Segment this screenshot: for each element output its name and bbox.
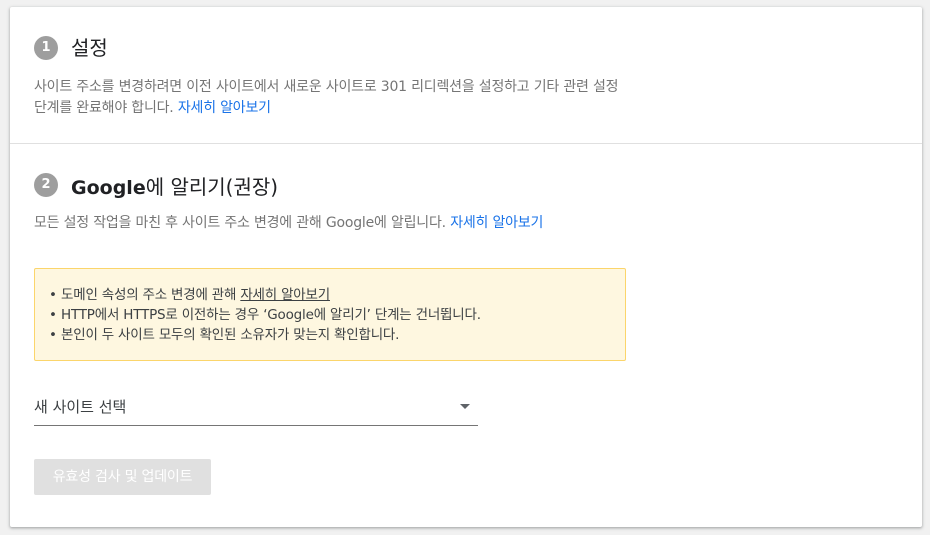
notice-item-text: 도메인 속성의 주소 변경에 관해	[61, 287, 241, 303]
learn-more-link[interactable]: 자세히 알아보기	[178, 100, 271, 116]
step-number-badge: 2	[34, 173, 58, 197]
notice-item-text: 본인이 두 사이트 모두의 확인된 소유자가 맞는지 확인합니다.	[61, 327, 400, 343]
new-site-select[interactable]: 새 사이트 선택	[34, 390, 478, 426]
step-number-badge: 1	[34, 36, 58, 60]
notice-list: • 도메인 속성의 주소 변경에 관해 자세히 알아보기 • HTTP에서 HTTP…	[49, 285, 625, 345]
notice-item: • 본인이 두 사이트 모두의 확인된 소유자가 맞는지 확인합니다.	[49, 325, 625, 345]
dropdown-arrow-icon	[460, 404, 470, 409]
step-title-rest: 에 알리기(권장)	[145, 175, 279, 199]
domain-property-learn-more-link[interactable]: 자세히 알아보기	[240, 287, 330, 303]
step-setup-section: 1 설정 사이트 주소를 변경하려면 이전 사이트에서 새로운 사이트로 301…	[10, 7, 922, 144]
validate-and-update-button[interactable]: 유효성 검사 및 업데이트	[34, 459, 211, 495]
step-description: 모든 설정 작업을 마친 후 사이트 주소 변경에 관해 Google에 알립니…	[34, 213, 624, 234]
step-description-text: 모든 설정 작업을 마친 후 사이트 주소 변경에 관해 Google에 알립니…	[34, 215, 446, 231]
change-of-address-card: 1 설정 사이트 주소를 변경하려면 이전 사이트에서 새로운 사이트로 301…	[10, 7, 922, 527]
step-title: Google에 알리기(권장)	[71, 175, 278, 200]
step-title: 설정	[71, 36, 108, 60]
notice-box: • 도메인 속성의 주소 변경에 관해 자세히 알아보기 • HTTP에서 HTTP…	[34, 268, 626, 361]
notice-item: • 도메인 속성의 주소 변경에 관해 자세히 알아보기	[49, 285, 625, 305]
learn-more-link[interactable]: 자세히 알아보기	[450, 215, 543, 231]
bullet: •	[49, 327, 57, 343]
notice-item-text: HTTP에서 HTTPS로 이전하는 경우 ‘Google에 알리기’ 단계는 …	[61, 307, 481, 323]
bullet: •	[49, 287, 57, 303]
bullet: •	[49, 307, 57, 323]
step-title-brand: Google	[71, 177, 146, 199]
step-description-text: 사이트 주소를 변경하려면 이전 사이트에서 새로운 사이트로 301 리디렉션…	[34, 79, 619, 116]
step-description: 사이트 주소를 변경하려면 이전 사이트에서 새로운 사이트로 301 리디렉션…	[34, 77, 634, 119]
notice-item: • HTTP에서 HTTPS로 이전하는 경우 ‘Google에 알리기’ 단계는…	[49, 305, 625, 325]
new-site-select-label: 새 사이트 선택	[34, 398, 127, 416]
